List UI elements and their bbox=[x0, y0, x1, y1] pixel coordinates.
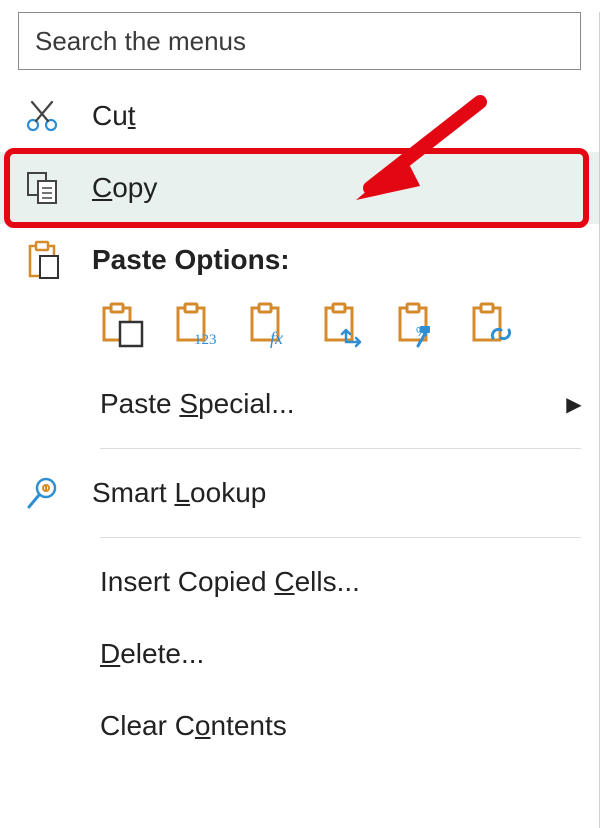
menu-divider bbox=[100, 537, 581, 538]
menu-item-paste-special-label: Paste Special... bbox=[100, 388, 549, 420]
menu-item-cut-label: Cut bbox=[92, 100, 599, 132]
context-menu: Cut Copy Paste Options: bbox=[0, 12, 600, 828]
chevron-right-icon: ▶ bbox=[549, 392, 599, 417]
menu-item-insert-copied-cells-label: Insert Copied Cells... bbox=[100, 566, 599, 598]
paste-link-icon[interactable] bbox=[470, 302, 516, 348]
menu-search[interactable] bbox=[18, 12, 581, 70]
menu-item-clear-contents-label: Clear Contents bbox=[100, 710, 599, 742]
scissors-icon bbox=[24, 98, 92, 134]
copy-icon bbox=[24, 169, 92, 207]
menu-item-smart-lookup-label: Smart Lookup bbox=[92, 477, 599, 509]
menu-item-delete[interactable]: Delete... bbox=[0, 618, 599, 690]
menu-item-copy[interactable]: Copy bbox=[0, 152, 599, 224]
paste-options-label: Paste Options: bbox=[92, 244, 599, 276]
smart-lookup-icon bbox=[24, 474, 92, 512]
menu-item-cut[interactable]: Cut bbox=[0, 80, 599, 152]
menu-item-smart-lookup[interactable]: Smart Lookup bbox=[0, 457, 599, 529]
svg-text:123: 123 bbox=[194, 332, 217, 348]
paste-values-icon[interactable]: 123 bbox=[174, 302, 220, 348]
menu-item-copy-label: Copy bbox=[92, 172, 599, 204]
svg-text:fx: fx bbox=[270, 328, 283, 348]
paste-formulas-icon[interactable]: fx bbox=[248, 302, 294, 348]
menu-divider bbox=[100, 448, 581, 449]
clipboard-icon bbox=[24, 240, 92, 280]
menu-item-delete-label: Delete... bbox=[100, 638, 599, 670]
paste-transpose-icon[interactable] bbox=[322, 302, 368, 348]
paste-keep-source-icon[interactable] bbox=[100, 302, 146, 348]
paste-formatting-icon[interactable]: % bbox=[396, 302, 442, 348]
menu-item-insert-copied-cells[interactable]: Insert Copied Cells... bbox=[0, 546, 599, 618]
paste-options-heading: Paste Options: bbox=[0, 224, 599, 296]
paste-options-icons: 123 fx % bbox=[0, 296, 599, 368]
svg-text:%: % bbox=[416, 324, 428, 339]
menu-item-paste-special[interactable]: Paste Special... ▶ bbox=[0, 368, 599, 440]
menu-search-input[interactable] bbox=[33, 25, 566, 58]
menu-item-clear-contents[interactable]: Clear Contents bbox=[0, 690, 599, 762]
